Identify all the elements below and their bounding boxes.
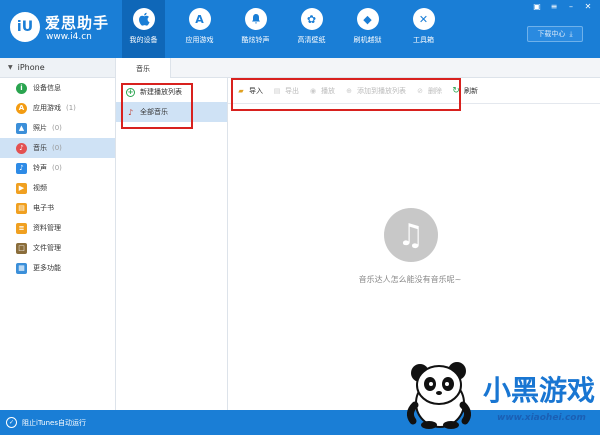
nav-item-ringtones[interactable]: 酷炫铃声	[234, 0, 277, 58]
watermark: 小黑游戏 www.xiaohei.com	[405, 355, 600, 435]
sidebar-item-count: (0)	[52, 164, 62, 172]
brand-name: 爱思助手	[45, 14, 110, 32]
apps-icon: A	[16, 102, 27, 114]
sidebar: ▼ iPhone i 设备信息 A 应用游戏 (1) ▲ 照片 (0) ♪ 音乐…	[0, 58, 116, 410]
caret-down-icon: ▼	[8, 64, 13, 71]
sidebar-item-label: 视频	[33, 184, 47, 192]
nav-label: 工具箱	[413, 36, 434, 44]
nav-item-apps[interactable]: A 应用游戏	[178, 0, 221, 58]
block-itunes-label[interactable]: 阻止iTunes自动运行	[22, 418, 86, 428]
watermark-url: www.xiaohei.com	[497, 413, 586, 423]
sidebar-item-device-info[interactable]: i 设备信息	[0, 78, 115, 98]
tools-icon: ✕	[412, 8, 435, 30]
refresh-label: 刷新	[464, 86, 478, 95]
sidebar-item-count: (1)	[66, 104, 76, 112]
sidebar-item-label: 设备信息	[33, 84, 61, 92]
music-note-icon: ♫	[384, 208, 438, 262]
nav-label: 应用游戏	[185, 36, 214, 44]
nav-label: 高清壁纸	[297, 36, 326, 44]
file-icon: □	[16, 242, 27, 254]
nav-item-wallpapers[interactable]: ✿ 高清壁纸	[290, 0, 333, 58]
flower-icon: ✿	[300, 8, 323, 30]
sidebar-item-ringtones[interactable]: ♪ 铃声 (0)	[0, 158, 115, 178]
nav-item-my-device[interactable]: 我的设备	[122, 0, 165, 58]
video-icon: ▶	[16, 182, 27, 194]
top-header: iU 爱思助手 www.i4.cn 我的设备 A 应用游戏 酷炫铃声 ✿ 高清壁…	[0, 0, 600, 58]
app-store-icon: A	[188, 8, 211, 30]
download-center-label: 下载中心	[537, 30, 566, 38]
sidebar-item-count: (0)	[52, 144, 62, 152]
device-selector[interactable]: ▼ iPhone	[0, 58, 115, 78]
sidebar-item-label: 电子书	[33, 204, 54, 212]
nav-label: 我的设备	[129, 36, 158, 44]
nav-label: 刷机越狱	[353, 36, 382, 44]
grid-icon: ▦	[16, 262, 27, 274]
photo-icon: ▲	[16, 122, 27, 134]
sidebar-item-label: 资料管理	[33, 224, 61, 232]
sidebar-item-label: 文件管理	[33, 244, 61, 252]
tab-music[interactable]: 音乐	[116, 58, 171, 79]
menu-icon[interactable]: ≡	[548, 2, 560, 12]
device-name: iPhone	[17, 63, 45, 72]
panda-mascot-icon	[406, 362, 472, 429]
close-icon[interactable]: ✕	[582, 2, 594, 12]
download-arrow-icon: ⤓	[569, 29, 573, 38]
window-controls: ▣ ≡ – ✕	[531, 2, 594, 12]
empty-state-message: 音乐达人怎么能没有音乐呢~	[358, 275, 462, 284]
contacts-icon: ≡	[16, 222, 27, 234]
brand-url: www.i4.cn	[46, 32, 92, 42]
sidebar-item-label: 音乐	[33, 144, 47, 152]
skin-icon[interactable]: ▣	[531, 2, 543, 12]
apple-icon	[132, 8, 155, 30]
sidebar-item-label: 照片	[33, 124, 47, 132]
sidebar-item-label: 更多功能	[33, 264, 61, 272]
sidebar-item-count: (0)	[52, 124, 62, 132]
bell-icon: ♪	[16, 162, 27, 174]
nav-item-flash-jailbreak[interactable]: ◆ 刷机越狱	[346, 0, 389, 58]
nav-item-toolbox[interactable]: ✕ 工具箱	[402, 0, 445, 58]
sidebar-item-label: 铃声	[33, 164, 47, 172]
highlight-frame-playlists	[121, 83, 193, 129]
highlight-frame-toolbar	[231, 78, 461, 111]
dropbox-icon: ◆	[356, 8, 379, 30]
book-icon: ▤	[16, 202, 27, 214]
sidebar-item-video[interactable]: ▶ 视频	[0, 178, 115, 198]
sidebar-item-apps[interactable]: A 应用游戏 (1)	[0, 98, 115, 118]
tab-strip: 音乐	[116, 58, 600, 79]
sidebar-item-music[interactable]: ♪ 音乐 (0)	[0, 138, 115, 158]
nav-label: 酷炫铃声	[241, 36, 270, 44]
sidebar-item-file-management[interactable]: □ 文件管理	[0, 238, 115, 258]
minimize-icon[interactable]: –	[565, 2, 577, 12]
music-icon: ♪	[16, 142, 27, 154]
main-nav: 我的设备 A 应用游戏 酷炫铃声 ✿ 高清壁纸 ◆ 刷机越狱 ✕ 工具箱	[122, 0, 458, 58]
bell-icon	[244, 8, 267, 30]
info-icon: i	[16, 82, 27, 94]
logo-icon: iU	[10, 12, 40, 42]
download-center-button[interactable]: 下载中心 ⤓	[527, 26, 583, 42]
check-circle-icon[interactable]: ✓	[6, 417, 17, 428]
watermark-brand: 小黑游戏	[483, 374, 596, 407]
sidebar-item-more[interactable]: ▦ 更多功能	[0, 258, 115, 278]
sidebar-item-label: 应用游戏	[33, 104, 61, 112]
sidebar-item-ebooks[interactable]: ▤ 电子书	[0, 198, 115, 218]
sidebar-item-photos[interactable]: ▲ 照片 (0)	[0, 118, 115, 138]
sidebar-item-data-management[interactable]: ≡ 资料管理	[0, 218, 115, 238]
